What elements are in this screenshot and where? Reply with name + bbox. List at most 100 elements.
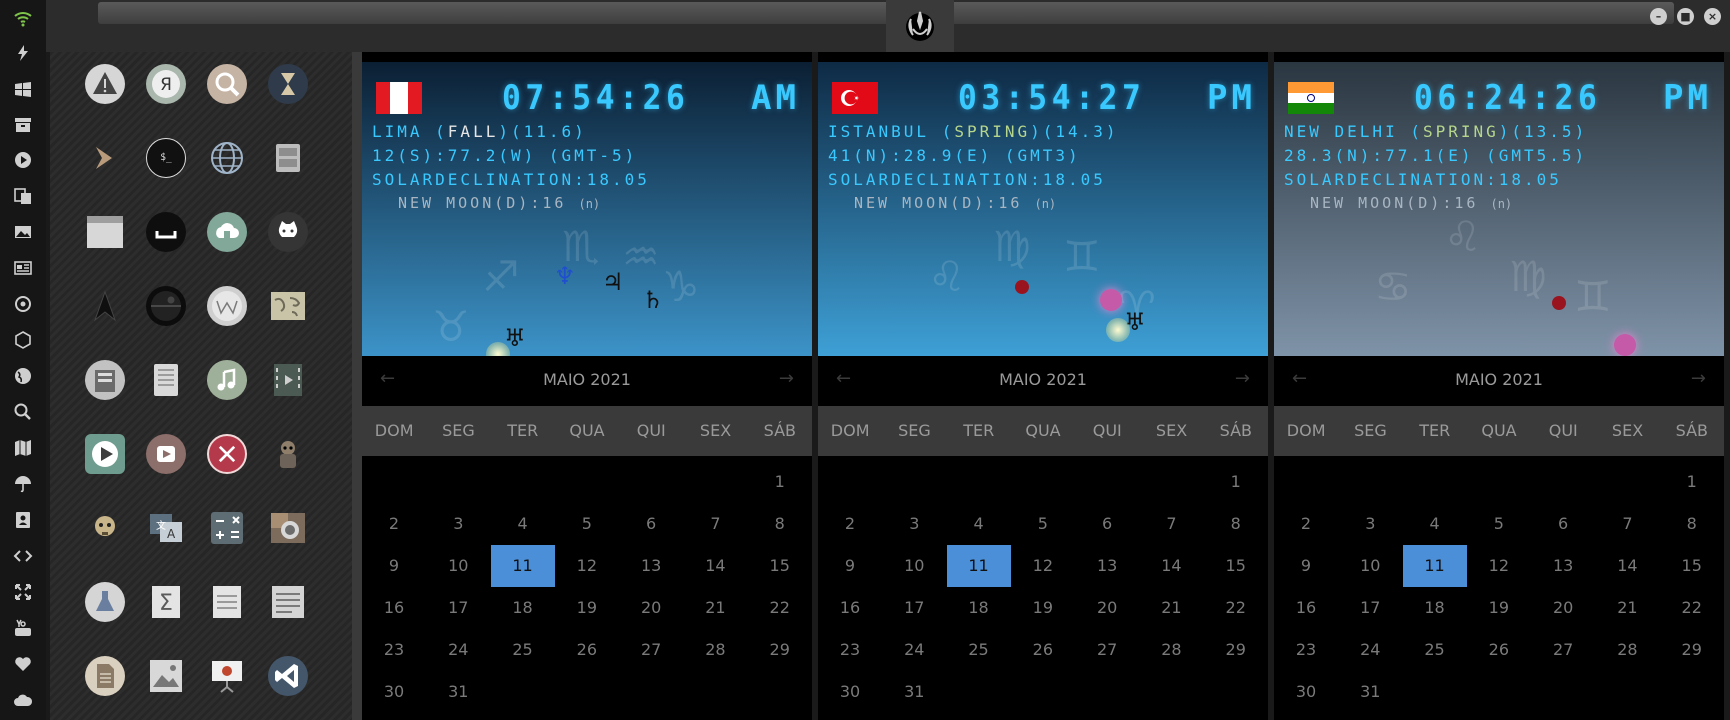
- umbrella-icon[interactable]: [11, 472, 35, 496]
- next-month-button[interactable]: →: [1691, 368, 1706, 389]
- github-icon[interactable]: [268, 212, 308, 252]
- calendar-day[interactable]: 24: [426, 629, 490, 671]
- presentation-icon[interactable]: [207, 656, 247, 696]
- cloud-icon[interactable]: [11, 688, 35, 712]
- close-button[interactable]: ×: [1704, 8, 1721, 25]
- calendar-day-today[interactable]: 11: [946, 545, 1011, 587]
- calendar-day[interactable]: 19: [1011, 587, 1075, 629]
- calendar-day[interactable]: 22: [748, 587, 812, 629]
- news-icon[interactable]: [11, 256, 35, 280]
- calendar-day[interactable]: 2: [362, 503, 426, 545]
- search-icon[interactable]: [11, 400, 35, 424]
- server-stack-icon[interactable]: [85, 360, 125, 400]
- calendar-day[interactable]: 31: [1338, 671, 1402, 713]
- calendar-day[interactable]: 19: [555, 587, 619, 629]
- calendar-day[interactable]: 25: [1403, 629, 1467, 671]
- calendar-day[interactable]: 26: [555, 629, 619, 671]
- calendar-day[interactable]: 22: [1204, 587, 1268, 629]
- calendar-day[interactable]: 31: [426, 671, 490, 713]
- calendar-day[interactable]: 8: [748, 503, 812, 545]
- spacebar-app-icon[interactable]: [146, 212, 186, 252]
- binary-file-icon[interactable]: [207, 582, 247, 622]
- calendar-day[interactable]: 26: [1011, 629, 1075, 671]
- calendar-day[interactable]: 16: [362, 587, 426, 629]
- file-cabinet-icon[interactable]: [268, 138, 308, 178]
- sigma-math-icon[interactable]: Σ: [146, 582, 186, 622]
- calendar-day[interactable]: 12: [555, 545, 619, 587]
- panel-divider[interactable]: [352, 52, 362, 720]
- calendar-day[interactable]: 21: [683, 587, 747, 629]
- calendar-day[interactable]: 1: [748, 461, 812, 503]
- contacts-icon[interactable]: [11, 508, 35, 532]
- document-icon[interactable]: [85, 656, 125, 696]
- calendar-day[interactable]: 25: [947, 629, 1011, 671]
- calendar-day[interactable]: 4: [947, 503, 1011, 545]
- globe-icon[interactable]: [11, 364, 35, 388]
- music-icon[interactable]: [207, 360, 247, 400]
- calendar-day[interactable]: 26: [1467, 629, 1531, 671]
- calendar-day[interactable]: 13: [1075, 545, 1139, 587]
- calendar-day[interactable]: 10: [426, 545, 490, 587]
- calendar-day[interactable]: 14: [1595, 545, 1659, 587]
- calendar-day[interactable]: 15: [1660, 545, 1724, 587]
- calendar-day[interactable]: 16: [1274, 587, 1338, 629]
- calendar-day[interactable]: 23: [1274, 629, 1338, 671]
- warning-app-icon[interactable]: [85, 64, 125, 104]
- calendar-day[interactable]: 10: [1338, 545, 1402, 587]
- video-film-icon[interactable]: [268, 360, 308, 400]
- calendar-day[interactable]: 9: [818, 545, 882, 587]
- calendar-day[interactable]: 3: [1338, 503, 1402, 545]
- hourglass-icon[interactable]: [268, 64, 308, 104]
- calendar-day[interactable]: 14: [683, 545, 747, 587]
- calendar-day[interactable]: 7: [683, 503, 747, 545]
- terminal-icon[interactable]: $_: [146, 138, 186, 178]
- video-player-icon[interactable]: [146, 434, 186, 474]
- calendar-day[interactable]: 28: [1139, 629, 1203, 671]
- calendar-day[interactable]: 7: [1139, 503, 1203, 545]
- calendar-day[interactable]: 24: [882, 629, 946, 671]
- calendar-day[interactable]: 2: [818, 503, 882, 545]
- calendar-day[interactable]: 17: [1338, 587, 1402, 629]
- calendar-day[interactable]: 6: [1531, 503, 1595, 545]
- calendar-day[interactable]: 10: [882, 545, 946, 587]
- window-app-icon[interactable]: [85, 212, 125, 252]
- next-month-button[interactable]: →: [1235, 368, 1250, 389]
- calendar-day[interactable]: 28: [683, 629, 747, 671]
- image-icon[interactable]: [11, 220, 35, 244]
- text-document-icon[interactable]: [268, 582, 308, 622]
- calendar-day[interactable]: 25: [491, 629, 555, 671]
- calendar-day[interactable]: 18: [491, 587, 555, 629]
- calendar-day[interactable]: 2: [1274, 503, 1338, 545]
- calendar-day[interactable]: 23: [362, 629, 426, 671]
- calendar-day[interactable]: 5: [555, 503, 619, 545]
- media-player-icon[interactable]: [85, 434, 125, 474]
- heart-icon[interactable]: [11, 652, 35, 676]
- calendar-day-today[interactable]: 11: [1402, 545, 1467, 587]
- calendar-day[interactable]: 9: [1274, 545, 1338, 587]
- wikipedia-icon[interactable]: [207, 286, 247, 326]
- close-app-icon[interactable]: [207, 434, 247, 474]
- calendar-day[interactable]: 17: [882, 587, 946, 629]
- calendar-day[interactable]: 7: [1595, 503, 1659, 545]
- calendar-day[interactable]: 28: [1595, 629, 1659, 671]
- calendar-day[interactable]: 29: [1660, 629, 1724, 671]
- calendar-day[interactable]: 15: [748, 545, 812, 587]
- image-viewer-icon[interactable]: [146, 656, 186, 696]
- calendar-day[interactable]: 12: [1011, 545, 1075, 587]
- calendar-day[interactable]: 31: [882, 671, 946, 713]
- calendar-day[interactable]: 9: [362, 545, 426, 587]
- calendar-day[interactable]: 4: [1403, 503, 1467, 545]
- play-icon[interactable]: [11, 148, 35, 172]
- calendar-day[interactable]: 21: [1595, 587, 1659, 629]
- death-star-icon[interactable]: [146, 286, 186, 326]
- chemistry-flask-icon[interactable]: [85, 582, 125, 622]
- calendar-day[interactable]: 17: [426, 587, 490, 629]
- calendar-day[interactable]: 3: [426, 503, 490, 545]
- calendar-day-today[interactable]: 11: [490, 545, 555, 587]
- vscode-icon[interactable]: [268, 656, 308, 696]
- search-app-icon[interactable]: [207, 64, 247, 104]
- star-trek-icon[interactable]: [85, 286, 125, 326]
- calendar-day[interactable]: 20: [1531, 587, 1595, 629]
- wifi-icon[interactable]: [11, 6, 35, 30]
- calendar-day[interactable]: 29: [1204, 629, 1268, 671]
